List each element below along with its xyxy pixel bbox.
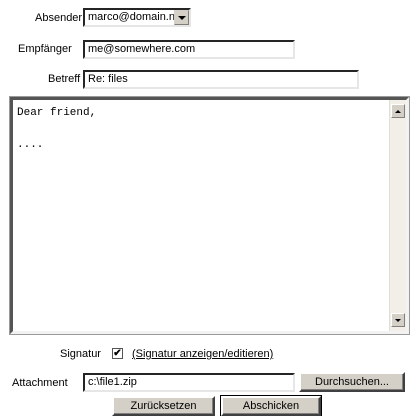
recipient-field[interactable]: me@somewhere.com <box>83 40 295 59</box>
checkmark-icon: ✔ <box>113 347 122 359</box>
reset-button[interactable]: Zurücksetzen <box>112 396 215 416</box>
message-body-text: Dear friend, .... <box>17 107 97 151</box>
sender-label: Absender <box>35 12 83 24</box>
scroll-down-icon[interactable] <box>391 313 405 327</box>
signature-label: Signatur <box>60 348 101 360</box>
subject-label: Betreff <box>48 73 81 85</box>
vertical-scrollbar[interactable] <box>389 100 406 331</box>
attachment-field[interactable]: c:\file1.zip <box>83 373 295 392</box>
subject-field[interactable]: Re: files <box>83 70 359 89</box>
chevron-down-icon[interactable] <box>174 10 189 25</box>
attachment-label: Attachment <box>12 377 68 389</box>
signature-edit-link[interactable]: (Signatur anzeigen/editieren) <box>132 347 273 361</box>
sender-select-value: marco@domain.nic <box>88 11 183 23</box>
scroll-up-icon[interactable] <box>391 104 405 118</box>
send-button[interactable]: Abschicken <box>220 395 322 416</box>
recipient-label: Empfänger <box>18 43 72 55</box>
sender-select[interactable]: marco@domain.nic <box>83 8 191 27</box>
message-body-textarea[interactable]: Dear friend, .... <box>9 96 410 335</box>
browse-button[interactable]: Durchsuchen... <box>299 372 405 392</box>
signature-checkbox[interactable]: ✔ <box>112 348 123 359</box>
